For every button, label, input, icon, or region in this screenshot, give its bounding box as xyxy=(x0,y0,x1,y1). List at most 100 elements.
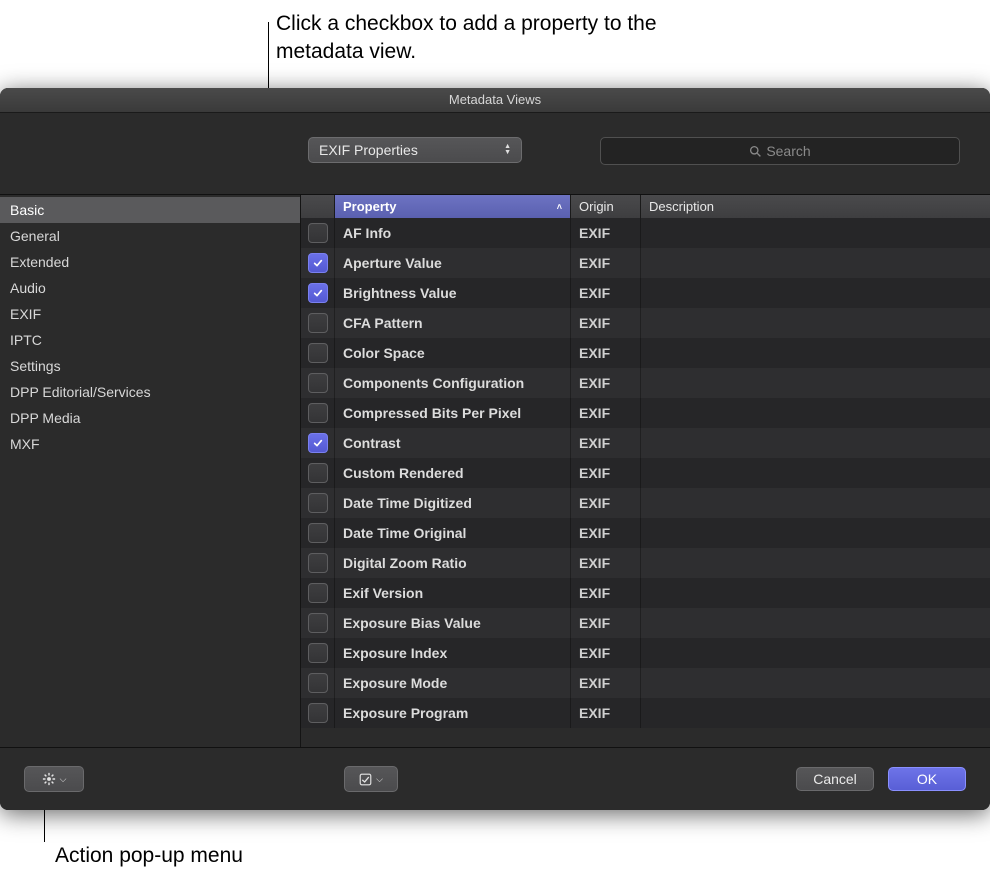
search-input[interactable]: Search xyxy=(600,137,960,165)
property-origin: EXIF xyxy=(571,548,641,578)
sidebar-item[interactable]: General xyxy=(0,223,300,249)
search-icon xyxy=(749,145,762,158)
property-name: Contrast xyxy=(335,428,571,458)
property-checkbox[interactable] xyxy=(308,403,328,423)
sort-caret-icon: ˄ xyxy=(557,202,562,212)
property-name: Date Time Digitized xyxy=(335,488,571,518)
property-name: Exif Version xyxy=(335,578,571,608)
checkbox-cell xyxy=(301,518,335,548)
sidebar-item[interactable]: Basic xyxy=(0,197,300,223)
checkbox-cell xyxy=(301,218,335,248)
table-row[interactable]: CFA PatternEXIF xyxy=(301,308,990,338)
table-row[interactable]: Exposure ProgramEXIF xyxy=(301,698,990,728)
property-name: CFA Pattern xyxy=(335,308,571,338)
window-title: Metadata Views xyxy=(449,92,541,107)
property-description xyxy=(641,698,990,728)
property-checkbox[interactable] xyxy=(308,583,328,603)
sidebar-item[interactable]: MXF xyxy=(0,431,300,457)
header-property[interactable]: Property ˄ xyxy=(335,195,571,218)
table-row[interactable]: Custom RenderedEXIF xyxy=(301,458,990,488)
property-name: Compressed Bits Per Pixel xyxy=(335,398,571,428)
table-row[interactable]: Compressed Bits Per PixelEXIF xyxy=(301,398,990,428)
sidebar-item[interactable]: DPP Media xyxy=(0,405,300,431)
checkbox-cell xyxy=(301,278,335,308)
table-row[interactable]: AF InfoEXIF xyxy=(301,218,990,248)
property-checkbox[interactable] xyxy=(308,673,328,693)
property-description xyxy=(641,608,990,638)
property-checkbox[interactable] xyxy=(308,433,328,453)
chevron-down-icon: ⌵ xyxy=(60,774,67,785)
property-name: Exposure Program xyxy=(335,698,571,728)
property-checkbox[interactable] xyxy=(308,343,328,363)
callout-text: Action pop-up menu xyxy=(55,844,243,867)
header-checkbox-col xyxy=(301,195,335,218)
table-row[interactable]: Exif VersionEXIF xyxy=(301,578,990,608)
table-row[interactable]: Exposure ModeEXIF xyxy=(301,668,990,698)
checkbox-cell xyxy=(301,638,335,668)
category-popup[interactable]: EXIF Properties ▲▼ xyxy=(308,137,522,163)
table-body: AF InfoEXIFAperture ValueEXIFBrightness … xyxy=(301,218,990,728)
table-row[interactable]: Color SpaceEXIF xyxy=(301,338,990,368)
property-name: Components Configuration xyxy=(335,368,571,398)
action-popup-menu[interactable]: ⌵ xyxy=(24,766,84,792)
property-description xyxy=(641,668,990,698)
content-area: BasicGeneralExtendedAudioEXIFIPTCSetting… xyxy=(0,194,990,748)
property-origin: EXIF xyxy=(571,428,641,458)
header-origin-label: Origin xyxy=(579,199,614,214)
selection-popup-menu[interactable]: ⌵ xyxy=(344,766,398,792)
property-checkbox[interactable] xyxy=(308,223,328,243)
checkbox-cell xyxy=(301,458,335,488)
table-row[interactable]: Exposure IndexEXIF xyxy=(301,638,990,668)
search-placeholder: Search xyxy=(766,143,810,159)
property-description xyxy=(641,458,990,488)
checkbox-cell xyxy=(301,368,335,398)
property-name: Color Space xyxy=(335,338,571,368)
property-description xyxy=(641,398,990,428)
chevron-down-icon: ⌵ xyxy=(376,774,383,785)
property-checkbox[interactable] xyxy=(308,523,328,543)
sidebar-item[interactable]: EXIF xyxy=(0,301,300,327)
header-origin[interactable]: Origin xyxy=(571,195,641,218)
property-checkbox[interactable] xyxy=(308,493,328,513)
property-origin: EXIF xyxy=(571,608,641,638)
table-row[interactable]: Brightness ValueEXIF xyxy=(301,278,990,308)
table-row[interactable]: Digital Zoom RatioEXIF xyxy=(301,548,990,578)
cancel-button[interactable]: Cancel xyxy=(796,767,874,791)
window-titlebar: Metadata Views xyxy=(0,88,990,113)
property-origin: EXIF xyxy=(571,368,641,398)
table-row[interactable]: Exposure Bias ValueEXIF xyxy=(301,608,990,638)
sidebar-item[interactable]: DPP Editorial/Services xyxy=(0,379,300,405)
table-row[interactable]: ContrastEXIF xyxy=(301,428,990,458)
popup-arrows-icon: ▲▼ xyxy=(504,144,511,156)
sidebar-item[interactable]: Extended xyxy=(0,249,300,275)
table-row[interactable]: Date Time DigitizedEXIF xyxy=(301,488,990,518)
table-row[interactable]: Components ConfigurationEXIF xyxy=(301,368,990,398)
property-checkbox[interactable] xyxy=(308,553,328,573)
property-checkbox[interactable] xyxy=(308,373,328,393)
sidebar-item[interactable]: Audio xyxy=(0,275,300,301)
property-checkbox[interactable] xyxy=(308,253,328,273)
property-checkbox[interactable] xyxy=(308,613,328,633)
footer-bar: ⌵ ⌵ Cancel OK xyxy=(0,747,990,810)
ok-button[interactable]: OK xyxy=(888,767,966,791)
property-checkbox[interactable] xyxy=(308,703,328,723)
sidebar-item[interactable]: IPTC xyxy=(0,327,300,353)
table-row[interactable]: Aperture ValueEXIF xyxy=(301,248,990,278)
callout-text: Click a checkbox to add a property to th… xyxy=(276,10,716,67)
property-origin: EXIF xyxy=(571,248,641,278)
checkbox-cell xyxy=(301,578,335,608)
sidebar: BasicGeneralExtendedAudioEXIFIPTCSetting… xyxy=(0,195,301,748)
header-description[interactable]: Description xyxy=(641,195,990,218)
property-origin: EXIF xyxy=(571,578,641,608)
property-checkbox[interactable] xyxy=(308,643,328,663)
property-description xyxy=(641,278,990,308)
property-description xyxy=(641,338,990,368)
callout-action-menu: Action pop-up menu xyxy=(55,842,243,870)
checkbox-cell xyxy=(301,428,335,458)
table-row[interactable]: Date Time OriginalEXIF xyxy=(301,518,990,548)
metadata-views-window: Metadata Views EXIF Properties ▲▼ Search… xyxy=(0,88,990,810)
property-checkbox[interactable] xyxy=(308,283,328,303)
sidebar-item[interactable]: Settings xyxy=(0,353,300,379)
property-checkbox[interactable] xyxy=(308,313,328,333)
property-checkbox[interactable] xyxy=(308,463,328,483)
